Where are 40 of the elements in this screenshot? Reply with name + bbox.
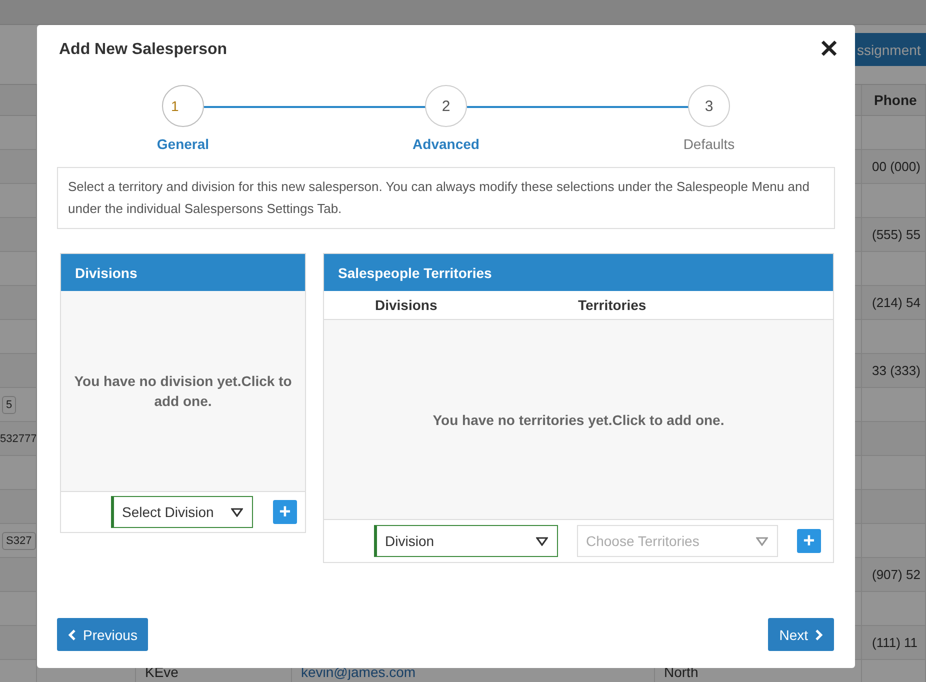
assignment-button[interactable]: ssignment <box>855 33 926 66</box>
caret-icon <box>756 536 768 546</box>
close-button[interactable]: ✕ <box>817 38 841 62</box>
table-cell: (907) 52 <box>872 567 920 582</box>
dialog-title: Add New Salesperson <box>59 41 228 59</box>
territories-select[interactable]: Choose Territories <box>577 525 778 557</box>
division-select[interactable]: Select Division <box>111 496 253 528</box>
add-button[interactable]: + <box>797 529 821 553</box>
email-link[interactable]: kevin@james.com <box>301 664 416 680</box>
step-number[interactable]: 1 <box>162 85 204 127</box>
table-cell: 00 (000) <box>872 159 920 174</box>
previous-button[interactable]: Previous <box>57 618 148 651</box>
id-badge: S327 <box>2 532 36 550</box>
column-header: Territories <box>578 297 646 313</box>
caret-icon <box>536 536 548 546</box>
step-label[interactable]: Defaults <box>683 136 735 152</box>
table-cell: 33 (333) <box>872 363 920 378</box>
add-button[interactable]: + <box>273 500 297 524</box>
panel-title: Salespeople Territories <box>338 264 492 280</box>
division-select[interactable]: Division <box>374 525 558 557</box>
info-text: Select a territory and division for this new salesperson. You can always modify these selections under the Salespeople Menu and under the individual Salespersons Settings Tab. <box>57 167 835 229</box>
table-cell: (214) 54 <box>872 295 920 310</box>
chevron-right-icon <box>815 628 823 640</box>
column-header: Phone <box>874 92 917 108</box>
table-cell: (111) 11 <box>872 635 918 650</box>
step-number[interactable]: 3 <box>688 85 730 127</box>
step-label[interactable]: Advanced <box>412 136 480 152</box>
table-cell: North <box>664 664 698 680</box>
caret-icon <box>231 508 243 516</box>
column-header: Divisions <box>375 297 438 313</box>
step-label[interactable]: General <box>156 136 210 152</box>
table-cell: 532777 <box>0 432 36 444</box>
empty-message: You have no territories yet.Click to add one. <box>432 410 724 430</box>
table-cell: (555) 55 <box>872 227 920 242</box>
id-badge: 5 <box>2 396 16 414</box>
step-number[interactable]: 2 <box>425 85 467 127</box>
next-button[interactable]: Next <box>768 618 834 651</box>
chevron-left-icon <box>68 628 76 640</box>
empty-message: You have no division yet.Click to add one. <box>73 372 293 411</box>
panel-title: Divisions <box>75 264 138 280</box>
